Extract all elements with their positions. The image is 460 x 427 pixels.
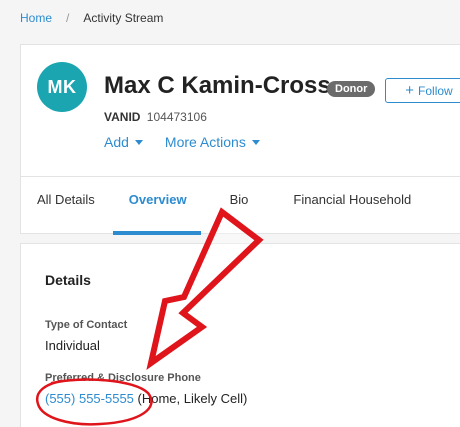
tab-financial-household[interactable]: Financial Household (293, 177, 411, 235)
breadcrumb: Home / Activity Stream (20, 11, 163, 25)
tab-overview[interactable]: Overview (112, 177, 201, 235)
type-of-contact-label: Type of Contact (45, 319, 128, 331)
chevron-down-icon (251, 139, 260, 145)
vanid-value: 104473106 (146, 110, 207, 124)
phone-note: (Home, Likely Cell) (137, 391, 248, 406)
vanid-label: VANID (104, 110, 141, 124)
plus-icon: + (405, 82, 415, 99)
avatar: MK (37, 62, 87, 112)
follow-label: Follow (418, 83, 453, 98)
details-panel: Details Type of Contact Individual Prefe… (20, 243, 460, 427)
breadcrumb-current: Activity Stream (83, 11, 164, 25)
phone-field: (555) 555-5555 (Home, Likely Cell) (45, 391, 247, 406)
contact-name: Max C Kamin-Cross (104, 72, 331, 99)
chevron-down-icon (134, 139, 143, 145)
more-actions-dropdown[interactable]: More Actions (165, 134, 260, 150)
phone-label: Preferred & Disclosure Phone (45, 372, 201, 384)
vanid: VANID 104473106 (104, 110, 207, 124)
profile-card: MK Max C Kamin-Cross Donor + Follow VANI… (20, 44, 460, 235)
add-dropdown[interactable]: Add (104, 134, 143, 150)
profile-actions: Add More Actions (104, 134, 260, 150)
add-label: Add (104, 134, 129, 150)
phone-link[interactable]: (555) 555-5555 (45, 391, 134, 406)
page: Home / Activity Stream MK Max C Kamin-Cr… (0, 0, 460, 427)
type-of-contact-value: Individual (45, 338, 100, 353)
more-actions-label: More Actions (164, 134, 246, 150)
tab-bar: All Details Overview Bio Financial House… (21, 177, 411, 235)
details-title: Details (45, 272, 91, 288)
tab-all-details[interactable]: All Details (37, 177, 95, 235)
follow-button[interactable]: + Follow (385, 78, 460, 103)
tab-bio[interactable]: Bio (230, 177, 249, 235)
breadcrumb-separator: / (66, 11, 70, 25)
breadcrumb-home-link[interactable]: Home (20, 11, 52, 25)
donor-badge: Donor (327, 81, 376, 97)
